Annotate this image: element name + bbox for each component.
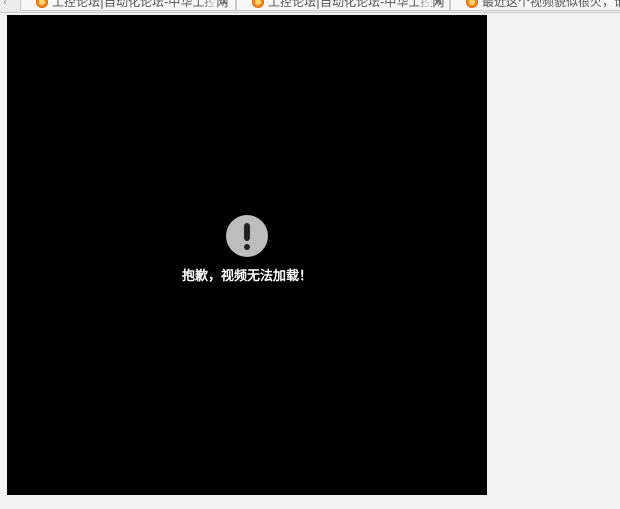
browser-tab[interactable]: 工控论坛|自动化论坛-中华工控网 × [236, 0, 450, 11]
tab-close-icon[interactable]: × [433, 0, 443, 8]
site-favicon-icon [36, 0, 48, 8]
tab-title: 工控论坛|自动化论坛-中华工控网 [52, 0, 229, 9]
video-error-message: 抱歉，视频无法加载！ [181, 269, 312, 284]
tab-scroll-left-button[interactable]: ‹ [0, 0, 10, 12]
browser-tab[interactable]: 最近这个视频貌似很火，谁能解释 [450, 0, 620, 11]
browser-tab-strip: ‹ 工控论坛|自动化论坛-中华工控网 × 工控论坛|自动化论坛-中华工控网 × … [0, 0, 620, 13]
browser-tab[interactable]: 工控论坛|自动化论坛-中华工控网 × [20, 0, 236, 11]
tab-title: 最近这个视频貌似很火，谁能解释 [482, 0, 620, 9]
site-favicon-icon [466, 0, 478, 8]
site-favicon-icon [252, 0, 264, 8]
tab-close-icon[interactable]: × [219, 0, 229, 8]
video-player[interactable]: 抱歉，视频无法加载！ [7, 15, 487, 495]
exclamation-circle-icon [226, 215, 268, 257]
